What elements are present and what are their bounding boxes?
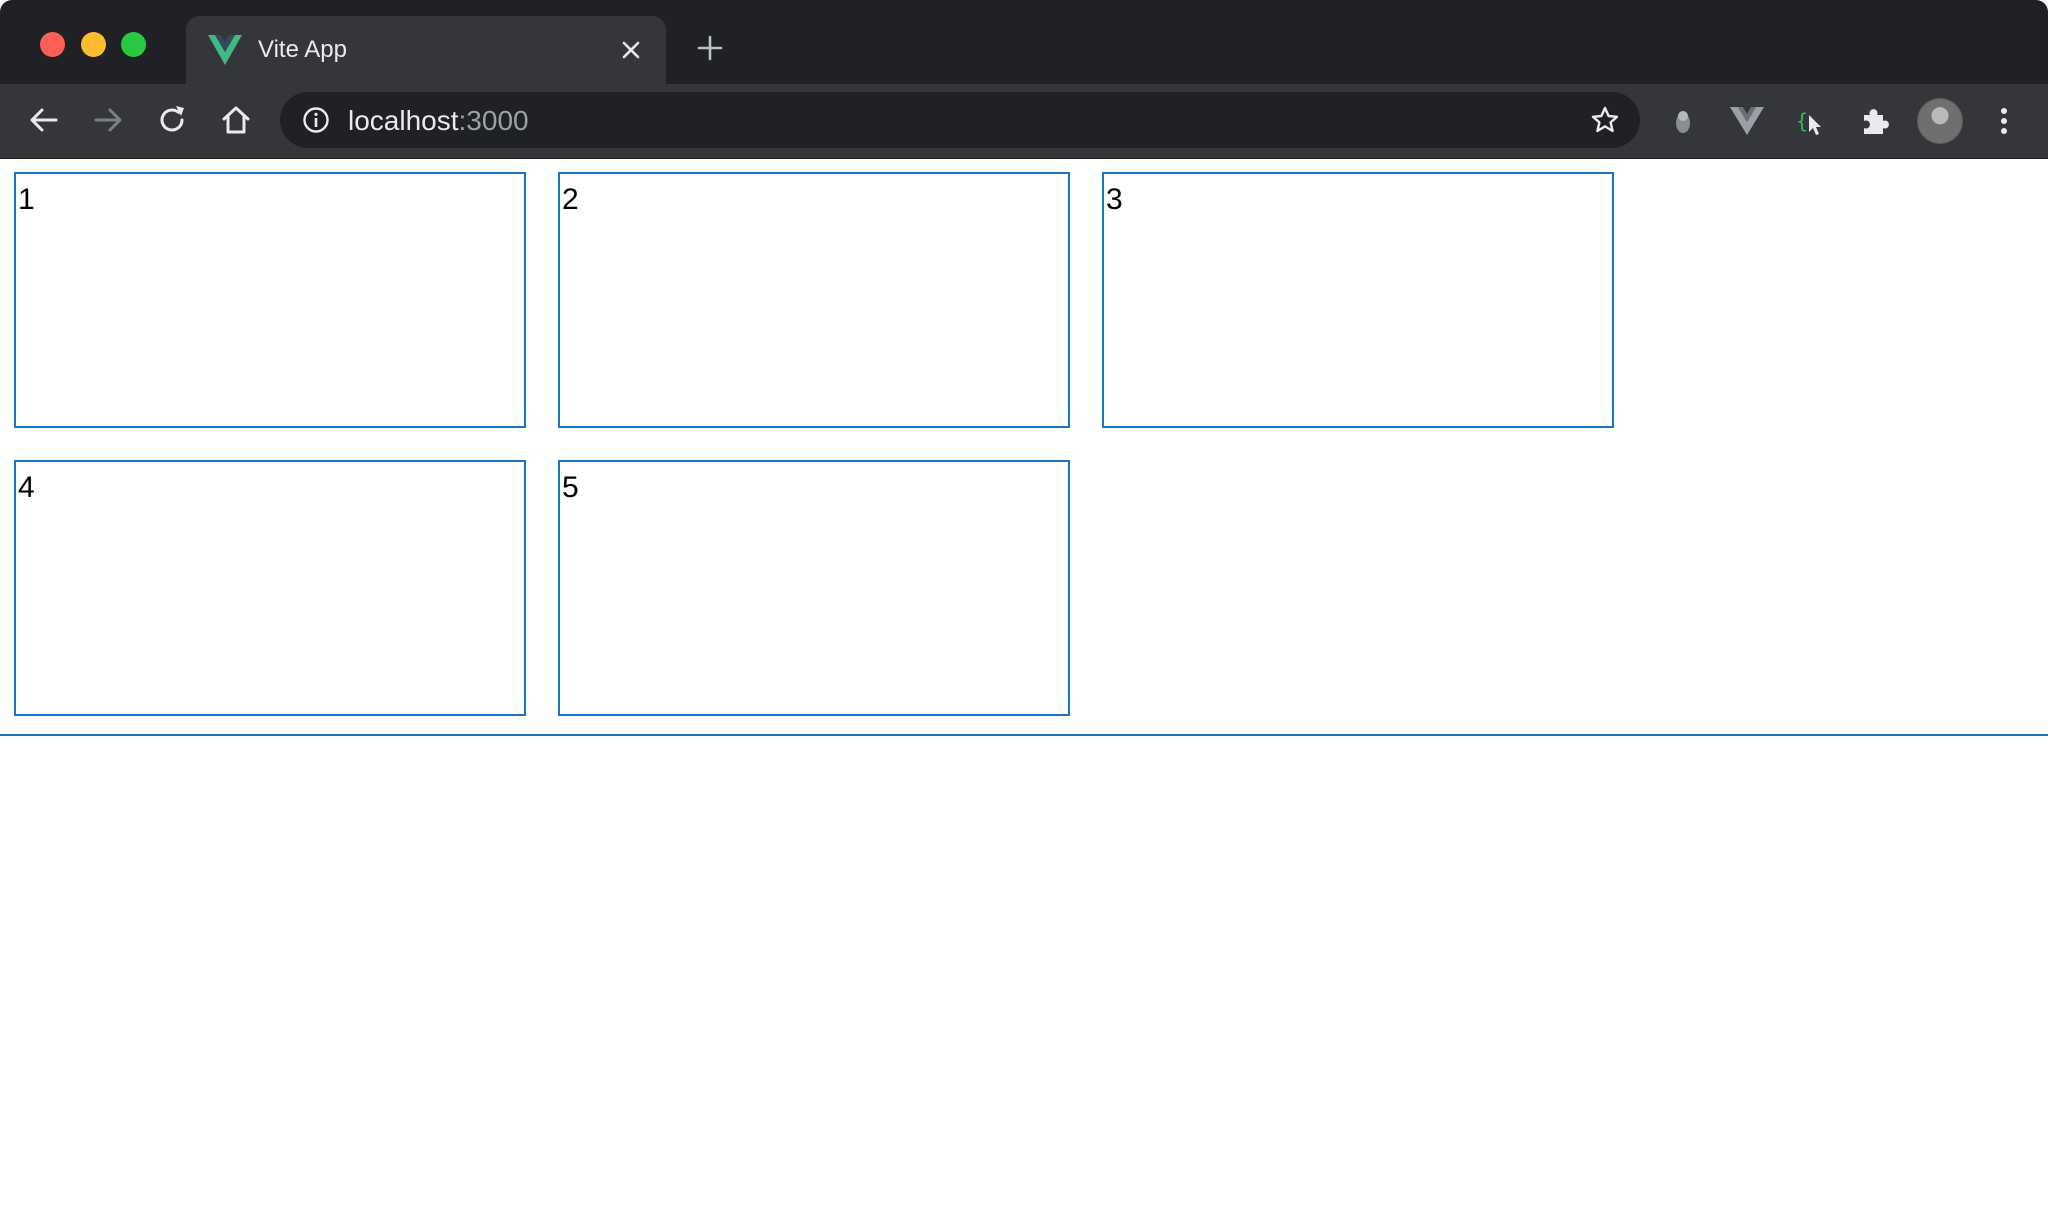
grid-item-1: 1 xyxy=(14,172,526,428)
item-label: 4 xyxy=(18,471,35,504)
bookmark-star-icon[interactable] xyxy=(1590,105,1620,135)
tab-vite-app[interactable]: Vite App xyxy=(186,16,666,84)
item-label: 3 xyxy=(1106,183,1123,216)
url-port: :3000 xyxy=(458,105,529,136)
window-close-button[interactable] xyxy=(40,32,65,57)
browser-toolbar: localhost:3000 { xyxy=(0,84,2048,159)
home-icon[interactable] xyxy=(218,102,254,138)
new-tab-icon[interactable] xyxy=(696,34,724,62)
puzzle-extensions-icon[interactable] xyxy=(1856,102,1894,140)
mic-extension-icon[interactable] xyxy=(1664,102,1702,140)
window-maximize-button[interactable] xyxy=(121,32,146,57)
selector-extension-icon[interactable]: { xyxy=(1792,102,1830,140)
vue-devtools-icon[interactable] xyxy=(1728,102,1766,140)
grid-item-2: 2 xyxy=(558,172,1070,428)
close-tab-icon[interactable] xyxy=(617,36,645,64)
item-label: 1 xyxy=(18,183,35,216)
grid-item-5: 5 xyxy=(558,460,1070,716)
window-minimize-button[interactable] xyxy=(81,32,106,57)
address-bar[interactable]: localhost:3000 xyxy=(280,92,1640,148)
back-arrow-icon[interactable] xyxy=(26,102,62,138)
url-text[interactable]: localhost:3000 xyxy=(348,106,529,136)
more-menu-icon[interactable] xyxy=(1985,102,2023,140)
forward-arrow-icon[interactable] xyxy=(90,102,126,138)
vue-logo-icon xyxy=(208,35,242,65)
browser-window: Vite App localhost:3000 {1 2 3 4 5 xyxy=(0,0,2048,1230)
flex-container: 1 2 3 4 5 xyxy=(0,159,2048,736)
url-host: localhost xyxy=(348,105,459,136)
tab-title: Vite App xyxy=(258,36,347,63)
tab-strip: Vite App xyxy=(0,0,2048,84)
reload-icon[interactable] xyxy=(154,102,190,138)
page-content: 1 2 3 4 5 xyxy=(0,159,2048,1230)
grid-item-3: 3 xyxy=(1102,172,1614,428)
site-info-icon[interactable] xyxy=(302,106,330,134)
item-label: 5 xyxy=(562,471,579,504)
svg-text:{: { xyxy=(1796,109,1808,133)
item-label: 2 xyxy=(562,183,579,216)
grid-item-4: 4 xyxy=(14,460,526,716)
profile-avatar[interactable] xyxy=(1917,98,1963,144)
